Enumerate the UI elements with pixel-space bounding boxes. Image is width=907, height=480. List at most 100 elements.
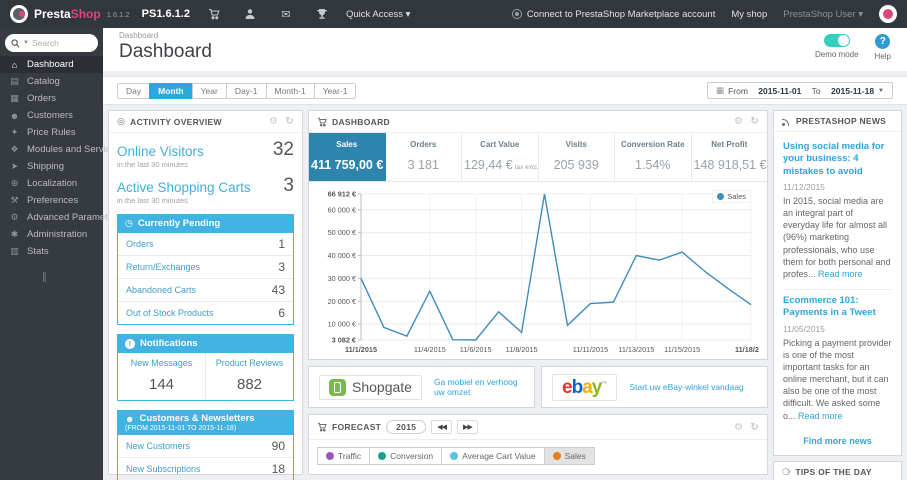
row-link[interactable]: New Subscriptions [126, 464, 201, 474]
news-article-excerpt: In 2015, social media are an integral pa… [783, 196, 891, 279]
sidebar-item-catalog[interactable]: ▤ Catalog [0, 73, 103, 90]
search-scope-caret-icon[interactable]: ▼ [23, 40, 29, 46]
sidebar-item-price-rules[interactable]: ✦ Price Rules [0, 124, 103, 141]
localization-icon: ⊕ [10, 178, 19, 188]
quick-access-menu[interactable]: Quick Access ▾ [346, 9, 410, 20]
marketplace-link[interactable]: Connect to PrestaShop Marketplace accoun… [511, 9, 715, 20]
sidebar-item-orders[interactable]: ▦ Orders [0, 90, 103, 107]
forecast-toggle-average-cart-value[interactable]: Average Cart Value [441, 447, 545, 465]
stat-sales[interactable]: Sales 411 759,00 €tax excl. [309, 133, 386, 181]
shop-name[interactable]: PS1.6.1.2 [142, 8, 190, 20]
prestashop-logo-icon [10, 5, 28, 23]
prestashop-logo[interactable]: PrestaShop 1.6.1.2 [10, 5, 130, 23]
range-month-button[interactable]: Month [149, 82, 193, 99]
brand-name: PrestaShop [34, 7, 101, 21]
forecast-toggle-traffic[interactable]: Traffic [317, 447, 371, 465]
active-carts-link[interactable]: Active Shopping Carts [117, 180, 251, 195]
notification-link[interactable]: New Messages [131, 358, 193, 368]
sidebar-item-shipping[interactable]: ➤ Shipping [0, 158, 103, 175]
stat-label: Cart Value [480, 140, 520, 149]
shopgate-link[interactable]: Ga mobiel en verhoog uw omzet [434, 377, 524, 397]
previous-year-button[interactable]: ◀◀ [431, 420, 453, 434]
cart-icon [317, 422, 327, 432]
gear-icon[interactable]: ⚙ [734, 422, 743, 433]
help-label: Help [874, 52, 891, 61]
online-visitors-link[interactable]: Online Visitors [117, 144, 204, 159]
news-article-title-link[interactable]: Ecommerce 101: Payments in a Tweet [783, 295, 892, 320]
ebay-link[interactable]: Start uw eBay-winkel vandaag [629, 382, 743, 392]
range-day-button[interactable]: Day [117, 82, 151, 99]
range-day-1-button[interactable]: Day-1 [225, 82, 267, 99]
notification-cell-product-reviews[interactable]: Product Reviews 882 [205, 353, 293, 400]
sidebar-search[interactable]: ▼ [5, 34, 98, 52]
sidebar-item-preferences[interactable]: ⚒ Preferences [0, 192, 103, 209]
news-article-title-link[interactable]: Using social media for your business: 4 … [783, 141, 892, 178]
news-article-excerpt: Picking a payment provider is one of the… [783, 337, 892, 421]
gear-icon[interactable]: ⚙ [734, 116, 743, 127]
clock-icon: ◷ [125, 218, 133, 228]
ebay-banner[interactable]: ebay™ Start uw eBay-winkel vandaag [541, 366, 768, 408]
collapse-menu-icon[interactable]: ∥ [0, 260, 103, 283]
page-title: Dashboard [119, 41, 212, 62]
row-link[interactable]: New Customers [126, 441, 190, 451]
notification-link[interactable]: Product Reviews [216, 358, 284, 368]
page-header: Dashboard Dashboard Demo mode ? Help [103, 28, 907, 71]
trophy-icon[interactable] [310, 8, 334, 20]
forecast-toggle-sales[interactable]: Sales [543, 447, 595, 465]
refresh-icon[interactable]: ↻ [750, 422, 759, 433]
sidebar-item-stats[interactable]: ▥ Stats [0, 243, 103, 260]
row-link[interactable]: Abandoned Carts [126, 285, 196, 295]
stat-orders[interactable]: Orders 3 181 [386, 133, 462, 181]
my-shop-link[interactable]: My shop [731, 9, 767, 20]
sidebar-item-advanced-parameters[interactable]: ⚙ Advanced Parameters [0, 209, 121, 226]
messages-icon[interactable]: ✉ [274, 8, 298, 21]
row-link[interactable]: Orders [126, 239, 154, 249]
svg-text:40 000 €: 40 000 € [328, 251, 356, 260]
stat-net-profit[interactable]: Net Profit 148 918,51 €tax excl. [692, 133, 768, 181]
traffic-dot-icon [326, 452, 334, 460]
range-year-button[interactable]: Year [191, 82, 227, 99]
chart-plot-area[interactable]: 66 912 € 60 000 € 50 000 € 40 000 € 30 000 €… [313, 184, 767, 359]
row-value: 18 [271, 462, 285, 476]
stat-visits[interactable]: Visits 205 939 [539, 133, 615, 181]
cart-icon[interactable] [202, 8, 226, 20]
read-more-link[interactable]: Read more [818, 269, 863, 279]
breadcrumb[interactable]: Dashboard [119, 31, 212, 40]
range-month-1-button[interactable]: Month-1 [265, 82, 315, 99]
next-year-button[interactable]: ▶▶ [457, 420, 478, 434]
sidebar-item-customers[interactable]: ☻ Customers [0, 107, 103, 124]
sidebar-item-dashboard[interactable]: ⌂ Dashboard [0, 56, 103, 73]
row-value: 1 [278, 237, 285, 251]
forecast-year: 2015 [386, 420, 427, 434]
help-icon[interactable]: ? [875, 34, 891, 49]
date-range-picker[interactable]: ▦ From 2015-11-01 To 2015-11-18 ▼ [707, 82, 893, 99]
find-more-news-link[interactable]: Find more news [774, 436, 901, 446]
demo-mode-toggle[interactable] [823, 34, 850, 47]
sidebar-item-localization[interactable]: ⊕ Localization [0, 175, 103, 192]
search-input[interactable] [31, 38, 80, 48]
range-year-1-button[interactable]: Year-1 [313, 82, 357, 99]
shopgate-banner[interactable]: Shopgate Ga mobiel en verhoog uw omzet [308, 366, 535, 408]
read-more-link[interactable]: Read more [798, 411, 843, 421]
stat-conversion-rate[interactable]: Conversion Rate 1.54% [615, 133, 692, 181]
sidebar-item-administration[interactable]: ✱ Administration [0, 226, 103, 243]
forecast-toggle-conversion[interactable]: Conversion [369, 447, 443, 465]
stat-cart-value[interactable]: Cart Value 129,44 € tax excl. [462, 133, 539, 181]
refresh-icon[interactable]: ↻ [285, 116, 294, 127]
forecast-title: FORECAST [332, 422, 382, 432]
sidebar-item-label: Administration [27, 229, 88, 240]
row-link[interactable]: Return/Exchanges [126, 262, 200, 272]
notification-cell-new-messages[interactable]: New Messages 144 [118, 353, 205, 400]
lightbulb-icon: ❍ [782, 466, 791, 477]
gear-icon[interactable]: ⚙ [269, 116, 278, 127]
row-value: 3 [278, 260, 285, 274]
employee-icon[interactable] [238, 8, 262, 20]
row-link[interactable]: Out of Stock Products [126, 308, 214, 318]
active-carts-sub: in the last 30 minutes [117, 196, 188, 205]
catalog-icon: ▤ [10, 76, 19, 86]
refresh-icon[interactable]: ↻ [750, 116, 759, 127]
user-avatar[interactable] [879, 5, 897, 23]
sidebar-item-modules-and-services[interactable]: ❖ Modules and Services [0, 141, 120, 158]
user-menu[interactable]: PrestaShop User ▾ [783, 9, 863, 20]
svg-text:11/15/2015: 11/15/2015 [664, 345, 700, 354]
